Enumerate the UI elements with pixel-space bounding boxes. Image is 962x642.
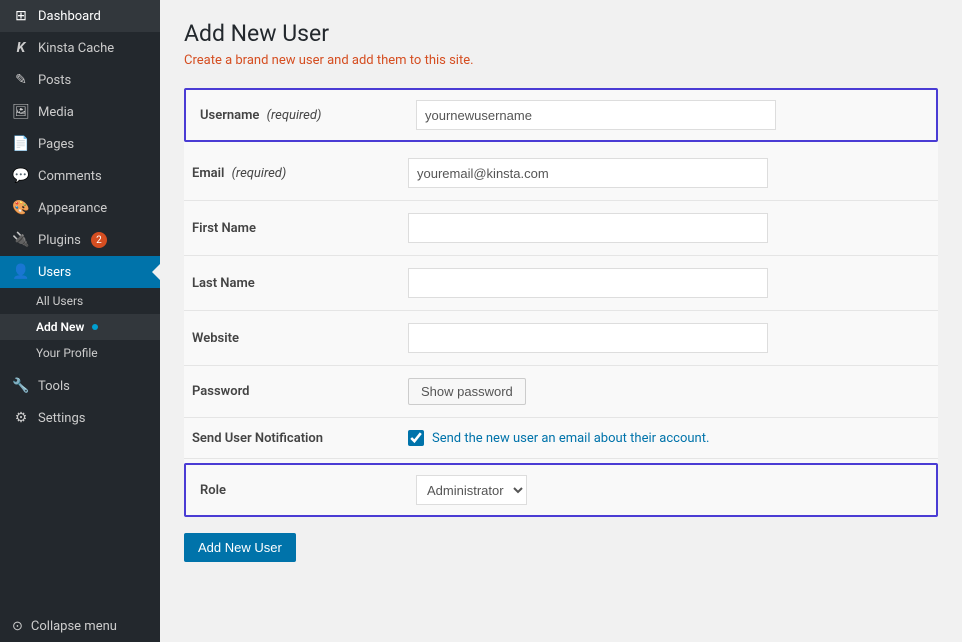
add-new-user-button[interactable]: Add New User: [184, 533, 296, 562]
firstname-input[interactable]: [408, 213, 768, 243]
sidebar-item-label: Tools: [38, 379, 70, 394]
notification-content: Send the new user an email about their a…: [408, 430, 709, 446]
username-input[interactable]: [416, 100, 776, 130]
media-icon: 🖼: [12, 104, 30, 120]
website-row: Website: [184, 311, 938, 366]
sidebar-item-media[interactable]: 🖼 Media: [0, 96, 160, 128]
posts-icon: ✎: [12, 72, 30, 88]
sidebar-item-label: Dashboard: [38, 9, 101, 24]
collapse-label: Collapse menu: [31, 619, 117, 634]
add-new-dot: [92, 324, 98, 330]
firstname-label: First Name: [188, 221, 408, 236]
username-label: Username (required): [196, 108, 416, 123]
collapse-icon: ⊙: [12, 619, 23, 634]
plugins-badge: 2: [91, 232, 107, 248]
sidebar-sub-all-users[interactable]: All Users: [0, 288, 160, 314]
role-select[interactable]: Administrator Editor Author Contributor …: [416, 475, 527, 505]
lastname-row: Last Name: [184, 256, 938, 311]
sidebar-item-plugins[interactable]: 🔌 Plugins 2: [0, 224, 160, 256]
password-label: Password: [188, 384, 408, 399]
sidebar-item-label: Appearance: [38, 201, 107, 216]
page-title: Add New User: [184, 20, 938, 47]
notification-row: Send User Notification Send the new user…: [184, 418, 938, 459]
all-users-label: All Users: [36, 294, 83, 308]
username-field-highlighted: Username (required): [184, 88, 938, 142]
sidebar-sub-add-new[interactable]: Add New: [0, 314, 160, 340]
collapse-menu[interactable]: ⊙ Collapse menu: [0, 611, 160, 642]
sidebar-item-label: Comments: [38, 169, 102, 184]
form-container: Username (required) Email (required) Fir…: [184, 88, 938, 517]
lastname-label: Last Name: [188, 276, 408, 291]
sidebar-item-label: Posts: [38, 73, 71, 88]
sidebar-item-comments[interactable]: 💬 Comments: [0, 160, 160, 192]
sidebar-item-label: Users: [38, 265, 71, 280]
show-password-button[interactable]: Show password: [408, 378, 526, 405]
appearance-icon: 🎨: [12, 200, 30, 216]
dashboard-icon: ⊞: [12, 8, 30, 24]
kinsta-cache-icon: K: [12, 40, 30, 56]
website-input[interactable]: [408, 323, 768, 353]
sidebar-item-label: Media: [38, 105, 74, 120]
pages-icon: 📄: [12, 136, 30, 152]
sidebar-item-posts[interactable]: ✎ Posts: [0, 64, 160, 96]
sidebar-item-label: Kinsta Cache: [38, 41, 114, 56]
plugins-icon: 🔌: [12, 232, 30, 248]
add-new-label: Add New: [36, 320, 84, 334]
sidebar: ⊞ Dashboard K Kinsta Cache ✎ Posts 🖼 Med…: [0, 0, 160, 642]
comments-icon: 💬: [12, 168, 30, 184]
sidebar-item-dashboard[interactable]: ⊞ Dashboard: [0, 0, 160, 32]
sidebar-item-label: Plugins: [38, 233, 81, 248]
notification-text: Send the new user an email about their a…: [432, 431, 709, 446]
tools-icon: 🔧: [12, 378, 30, 394]
sidebar-item-appearance[interactable]: 🎨 Appearance: [0, 192, 160, 224]
sidebar-item-users[interactable]: 👤 Users: [0, 256, 160, 288]
settings-icon: ⚙: [12, 410, 30, 426]
page-subtitle: Create a brand new user and add them to …: [184, 53, 938, 68]
main-content: Add New User Create a brand new user and…: [160, 0, 962, 642]
sidebar-sub-your-profile[interactable]: Your Profile: [0, 340, 160, 366]
email-input[interactable]: [408, 158, 768, 188]
sidebar-arrow: [152, 264, 160, 280]
sidebar-item-settings[interactable]: ⚙ Settings: [0, 402, 160, 434]
lastname-input[interactable]: [408, 268, 768, 298]
sidebar-item-tools[interactable]: 🔧 Tools: [0, 370, 160, 402]
notification-checkbox[interactable]: [408, 430, 424, 446]
email-label: Email (required): [188, 166, 408, 181]
sidebar-item-label: Settings: [38, 411, 85, 426]
email-row: Email (required): [184, 146, 938, 201]
your-profile-label: Your Profile: [36, 346, 98, 360]
password-row: Password Show password: [184, 366, 938, 418]
users-icon: 👤: [12, 264, 30, 280]
sidebar-item-pages[interactable]: 📄 Pages: [0, 128, 160, 160]
sidebar-item-label: Pages: [38, 137, 74, 152]
role-field-highlighted: Role Administrator Editor Author Contrib…: [184, 463, 938, 517]
firstname-row: First Name: [184, 201, 938, 256]
role-label: Role: [196, 483, 416, 498]
sidebar-item-kinsta-cache[interactable]: K Kinsta Cache: [0, 32, 160, 64]
website-label: Website: [188, 331, 408, 346]
notification-label: Send User Notification: [188, 431, 408, 446]
